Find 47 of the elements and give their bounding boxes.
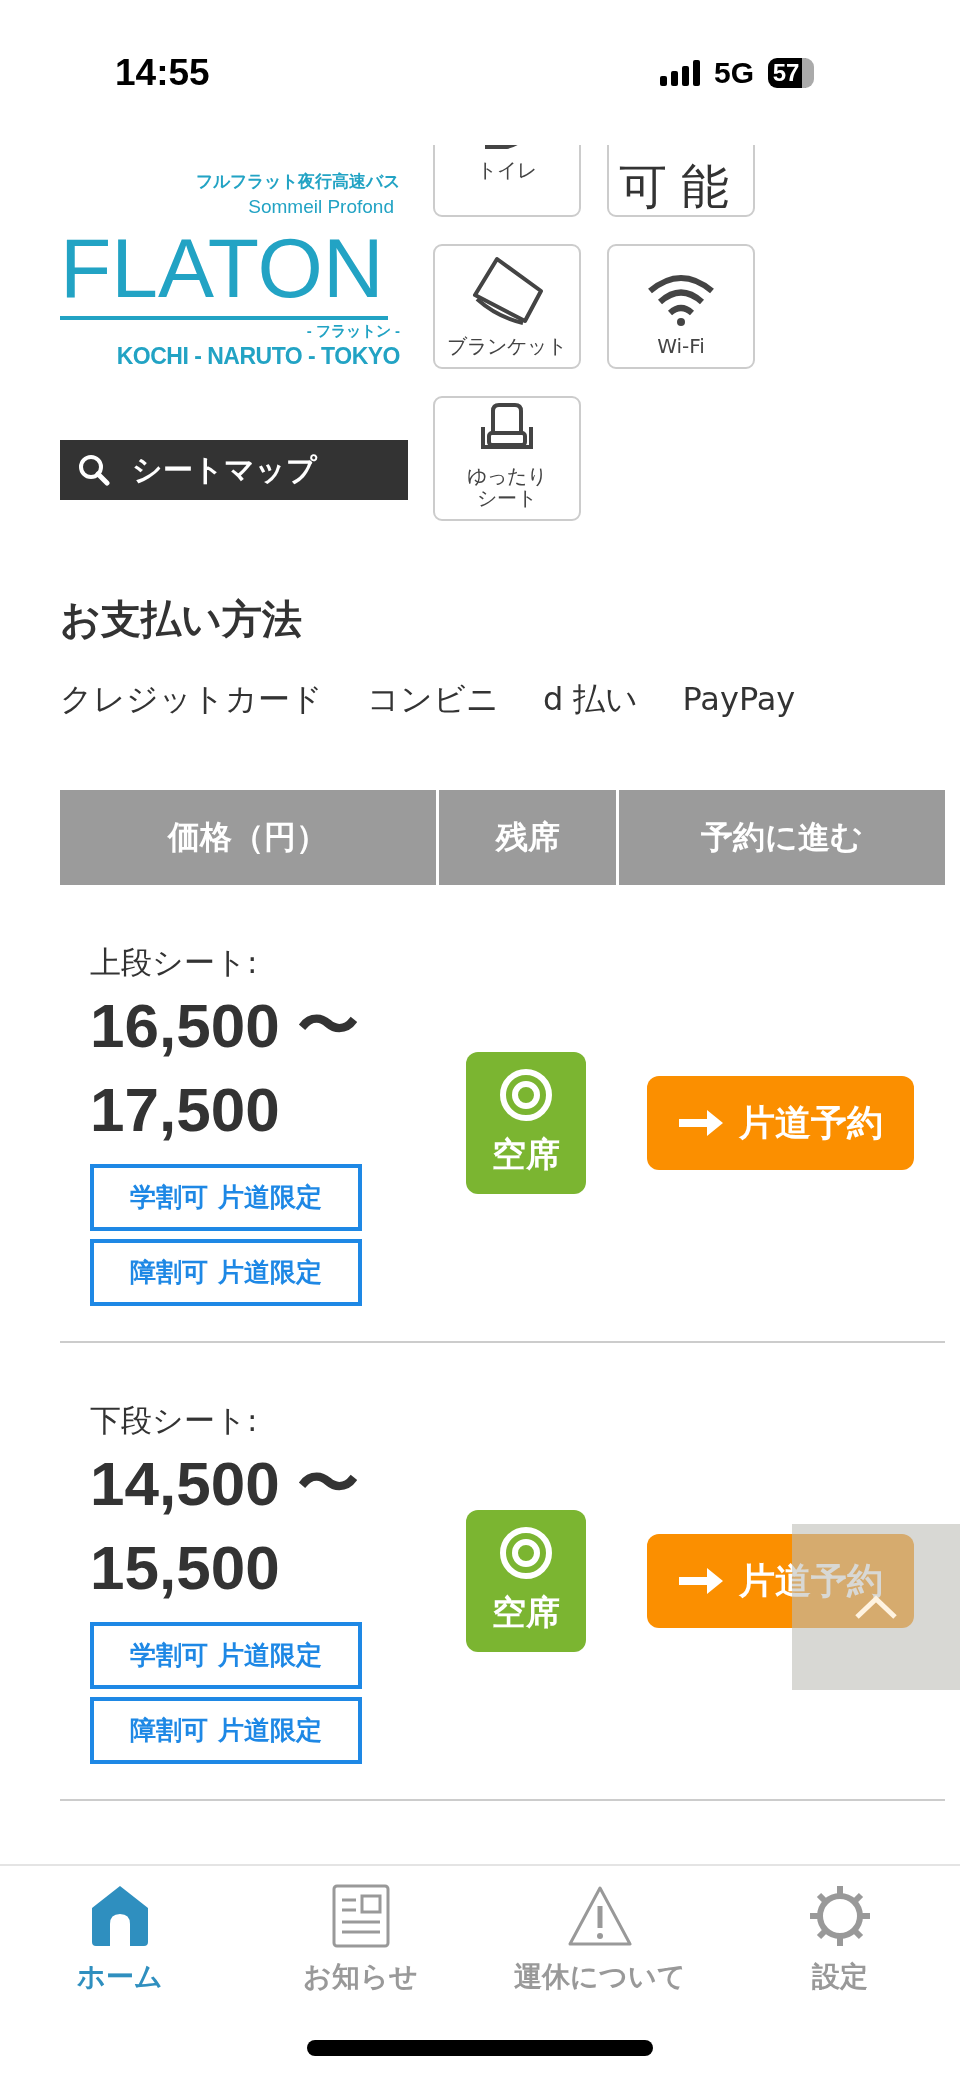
network-label: 5G: [714, 55, 755, 90]
double-circle-icon: [499, 1068, 553, 1122]
seat-type: 下段シート:: [90, 1401, 259, 1440]
availability-badge: 空席: [466, 1510, 586, 1652]
double-circle-icon: [499, 1526, 553, 1580]
fare-price: 14,500 〜: [90, 1448, 360, 1520]
column-header: 予約に進む: [619, 790, 945, 885]
logo-subtitle: Sommeil Profond: [248, 195, 394, 219]
amenity-label: 可能: [619, 161, 743, 211]
payment-method: d 払い: [543, 679, 639, 720]
column-header: 残席: [439, 790, 616, 885]
fare-price: 17,500: [90, 1074, 281, 1146]
battery-level: 57: [768, 57, 815, 88]
logo-reading: - フラットン -: [306, 321, 400, 341]
logo-wordmark: FLATON: [60, 220, 388, 320]
warning-icon: [568, 1884, 632, 1948]
seat-type: 上段シート:: [90, 943, 259, 982]
discount-tag: 学割可 片道限定: [90, 1164, 362, 1231]
logo-route: KOCHI - NARUTO - TOKYO: [116, 342, 400, 370]
tab-item[interactable]: ホーム: [0, 1884, 240, 1996]
search-icon: [78, 454, 110, 486]
availability-badge: 空席: [466, 1052, 586, 1194]
one-way-booking-button[interactable]: 片道予約: [647, 1076, 914, 1170]
amenity-label: トイレ: [477, 159, 537, 181]
discount-tag: 学割可 片道限定: [90, 1622, 362, 1689]
payment-method: PayPay: [682, 679, 796, 720]
arrow-icon: [678, 1566, 725, 1596]
seat-map-button[interactable]: シートマップ: [60, 440, 408, 500]
tab-item[interactable]: お知らせ: [240, 1884, 480, 1996]
payment-method: クレジットカード: [60, 679, 323, 720]
payment-method: コンビニ: [367, 679, 499, 720]
amenity-label: Wi-Fi: [657, 335, 705, 357]
settings-icon: [808, 1884, 872, 1948]
amenity-label: ゆったりシート: [466, 465, 548, 509]
signal-icon: [660, 59, 700, 86]
amenity-label: ブランケット: [447, 335, 567, 357]
logo-tagline: フルフラット夜行高速バス: [196, 171, 400, 193]
clock: 14:55: [115, 51, 211, 94]
column-header: 価格（円）: [60, 790, 436, 885]
section-heading: お支払い方法: [60, 595, 303, 644]
discount-tag: 障割可 片道限定: [90, 1239, 362, 1306]
fare-price: 16,500 〜: [90, 990, 360, 1062]
tab-item[interactable]: 設定: [720, 1884, 960, 1996]
discount-tag: 障割可 片道限定: [90, 1697, 362, 1764]
tab-item[interactable]: 運休について: [480, 1884, 720, 1996]
arrow-icon: [678, 1108, 725, 1138]
fare-price: 15,500: [90, 1532, 281, 1604]
